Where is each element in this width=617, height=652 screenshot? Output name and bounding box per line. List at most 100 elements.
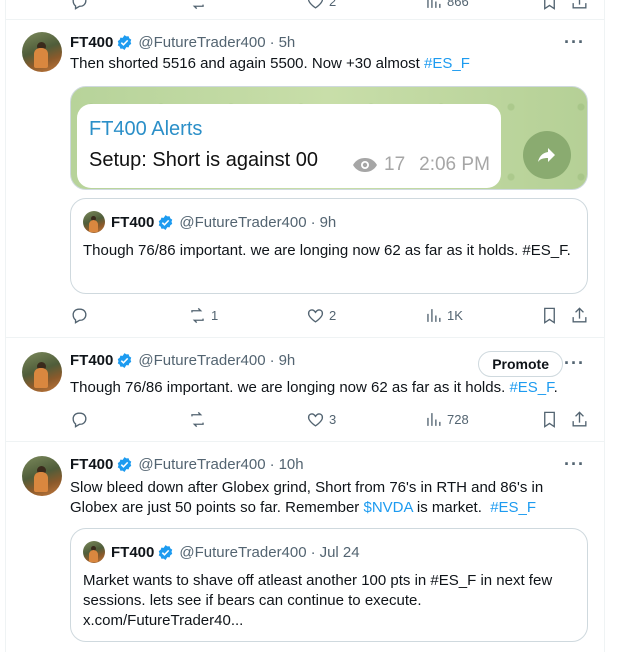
promote-button[interactable]: Promote: [478, 351, 563, 377]
avatar[interactable]: [22, 456, 62, 496]
more-icon[interactable]: ···: [564, 455, 585, 473]
quoted-time: 9h: [319, 213, 337, 231]
hashtag-link[interactable]: #ES_F: [424, 55, 470, 72]
quoted-author-handle: @FutureTrader400: [179, 543, 307, 561]
timeline-feed: 2 866 FT400 @FutureTrader400 · 5h ··· Th: [5, 0, 605, 652]
author-handle[interactable]: @FutureTrader400: [138, 352, 265, 369]
tweet-actions: 1 2 1K: [70, 306, 591, 326]
verified-badge-icon: [118, 353, 132, 368]
views-count: 1K: [447, 308, 463, 323]
tweet-actions: 2 866: [70, 0, 591, 12]
eye-icon: [353, 158, 377, 172]
avatar[interactable]: [22, 32, 62, 72]
views-icon: [427, 309, 441, 322]
author-name[interactable]: FT400: [70, 34, 113, 51]
verified-badge-icon: [118, 35, 132, 50]
quoted-tweet-text: Market wants to shave off atleast anothe…: [83, 572, 553, 629]
bookmark-icon: [544, 0, 555, 10]
tweet-text: Then shorted 5516 and again 5500. Now +3…: [70, 54, 591, 74]
author-handle[interactable]: @FutureTrader400: [138, 456, 265, 473]
views-count: 866: [447, 0, 469, 9]
quoted-author-name: FT400: [111, 213, 155, 231]
tweet[interactable]: FT400 @FutureTrader400 · 5h ··· Then sho…: [6, 20, 604, 338]
more-icon[interactable]: ···: [564, 33, 585, 51]
like-count: 3: [329, 412, 337, 427]
verified-badge-icon: [118, 457, 132, 472]
views-button[interactable]: 866: [424, 0, 469, 11]
tweet-text-main: Then shorted 5516 and again 5500. Now +3…: [70, 55, 424, 72]
tweet-actions: 3 728: [70, 410, 591, 430]
separator-dot: ·: [269, 456, 275, 473]
quoted-tweet-header: FT400 @FutureTrader400 · Jul 24: [83, 541, 360, 563]
like-count: 2: [329, 0, 337, 9]
retweet-count: 1: [211, 308, 219, 323]
tweet[interactable]: FT400 @FutureTrader400 · 10h ··· Slow bl…: [6, 442, 604, 652]
hashtag-link[interactable]: #ES_F: [509, 379, 553, 396]
quoted-author-name: FT400: [111, 543, 155, 561]
author-name[interactable]: FT400: [70, 456, 113, 473]
cashtag-link[interactable]: $NVDA: [363, 499, 412, 516]
media-image[interactable]: FT400 Alerts Setup: Short is against 00 …: [70, 86, 588, 190]
views-icon: [427, 413, 441, 426]
hashtag-link[interactable]: #ES_F: [490, 499, 536, 516]
media-channel-title: FT400 Alerts: [89, 118, 203, 140]
tweet-text-main: Though 76/86 important. we are longing n…: [70, 379, 510, 396]
quoted-tweet[interactable]: FT400 @FutureTrader400 · Jul 24 Market w…: [70, 528, 588, 642]
retweet-button[interactable]: [188, 410, 207, 429]
reply-button[interactable]: [70, 0, 89, 11]
author-name[interactable]: FT400: [70, 352, 113, 369]
tweet-text-part: is market.: [412, 499, 491, 516]
more-icon[interactable]: ···: [564, 354, 585, 372]
media-message-text: Setup: Short is against 00: [89, 149, 319, 171]
reply-icon: [72, 308, 87, 324]
tweet-text: Though 76/86 important. we are longing n…: [70, 378, 591, 398]
share-icon: [572, 0, 587, 9]
like-button[interactable]: 2: [306, 306, 336, 325]
views-button[interactable]: 1K: [424, 306, 463, 325]
share-button[interactable]: [570, 0, 589, 11]
bookmark-button[interactable]: [540, 306, 559, 325]
retweet-button[interactable]: 1: [188, 306, 218, 325]
reply-icon: [72, 0, 87, 10]
retweet-button[interactable]: [188, 0, 207, 11]
tweet-time[interactable]: 10h: [279, 456, 304, 473]
verified-badge-icon: [159, 214, 173, 230]
author-handle[interactable]: @FutureTrader400: [138, 34, 265, 51]
share-button[interactable]: [570, 410, 589, 429]
tweet-header: FT400 @FutureTrader400 · 5h: [70, 34, 295, 51]
bookmark-button[interactable]: [540, 0, 559, 11]
like-button[interactable]: 2: [306, 0, 336, 11]
quoted-author-handle: @FutureTrader400: [179, 213, 307, 231]
tweet-time[interactable]: 5h: [279, 34, 296, 51]
quoted-tweet-header: FT400 @FutureTrader400 · 9h: [83, 211, 336, 233]
reply-button[interactable]: [70, 306, 89, 325]
tweet-header: FT400 @FutureTrader400 · 10h: [70, 456, 304, 473]
media-view-count: 17: [384, 154, 406, 175]
like-button[interactable]: 3: [306, 410, 336, 429]
retweet-icon: [192, 4, 204, 10]
share-button[interactable]: [570, 306, 589, 325]
reply-icon: [72, 412, 87, 428]
tweet-time[interactable]: 9h: [279, 352, 296, 369]
quoted-tweet[interactable]: FT400 @FutureTrader400 · 9h Though 76/86…: [70, 198, 588, 294]
like-icon: [307, 0, 324, 9]
retweet-icon: [191, 307, 204, 324]
separator-dot: ·: [310, 543, 316, 561]
quoted-tweet-text: Though 76/86 important. we are longing n…: [83, 242, 571, 259]
tweet-text-line2: Globex are just 50 points so far. Rememb…: [70, 498, 591, 518]
reply-button[interactable]: [70, 410, 89, 429]
tweet[interactable]: FT400 @FutureTrader400 · 9h Promote ··· …: [6, 338, 604, 442]
tweet-text: Slow bleed down after Globex grind, Shor…: [70, 478, 591, 518]
like-icon: [307, 309, 324, 323]
quoted-avatar: [83, 211, 105, 233]
like-icon: [307, 413, 324, 427]
separator-dot: ·: [269, 352, 275, 369]
share-icon: [572, 411, 587, 427]
tweet-text-end: .: [553, 379, 558, 396]
avatar[interactable]: [22, 352, 62, 392]
views-button[interactable]: 728: [424, 410, 469, 429]
tweet-header: FT400 @FutureTrader400 · 9h: [70, 352, 295, 369]
verified-badge-icon: [159, 544, 173, 560]
bookmark-button[interactable]: [540, 410, 559, 429]
tweet-text-part: Globex are just 50 points so far. Rememb…: [70, 499, 364, 516]
